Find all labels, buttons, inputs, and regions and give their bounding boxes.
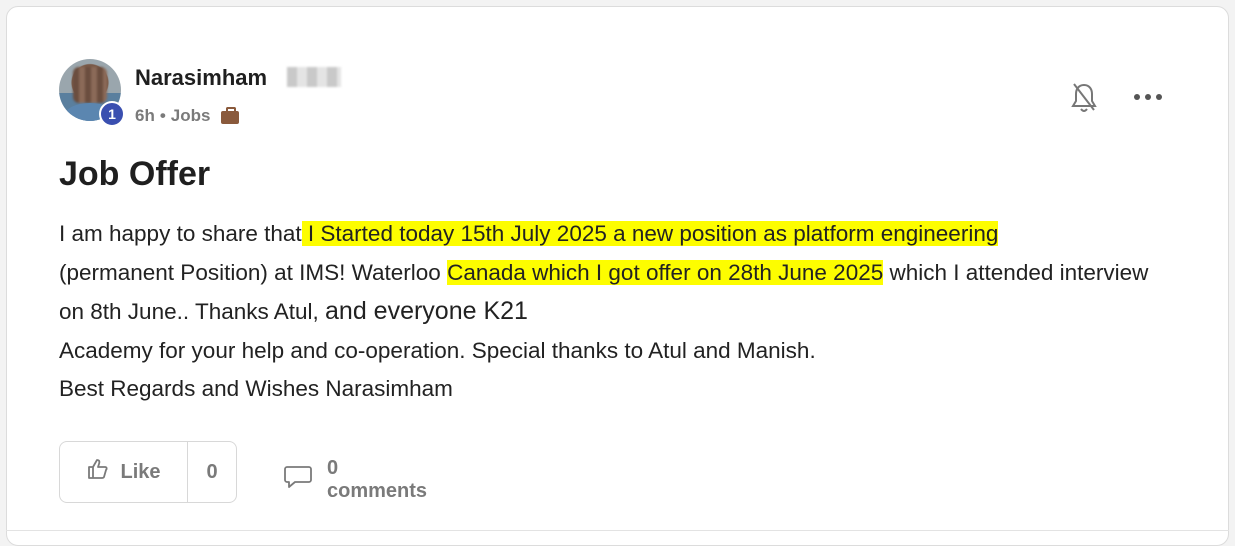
body-text-6: Best Regards and Wishes Narasimham (59, 376, 453, 401)
thumbs-up-icon (86, 457, 110, 487)
briefcase-icon (221, 106, 240, 124)
body-highlight-2: Canada which I got offer on 28th June 20… (447, 259, 884, 285)
like-label: Like (120, 460, 161, 483)
like-button[interactable]: Like (60, 442, 188, 502)
comment-bubble-icon (283, 464, 313, 496)
post-meta: 6h • Jobs (135, 106, 240, 126)
body-text-5: Academy for your help and co-operation. … (59, 337, 816, 363)
bell-off-icon[interactable] (1071, 81, 1097, 115)
level-badge: 1 (99, 101, 125, 127)
avatar-face-blurred (73, 67, 107, 103)
post-body: I am happy to share that I Started today… (59, 215, 1179, 409)
like-group: Like 0 (59, 441, 237, 503)
meta-separator: • (159, 106, 166, 125)
author-name[interactable]: Narasimham (135, 65, 267, 91)
avatar[interactable]: 1 (59, 59, 125, 127)
redacted-surname (287, 67, 341, 87)
more-horizontal-icon[interactable] (1131, 87, 1165, 107)
comments-button[interactable]: 0 comments (283, 457, 427, 503)
body-highlight-1: I Started today 15th July 2025 a new pos… (301, 221, 999, 246)
post-card: 1 Narasimham 6h • Jobs Job Offer I am ha… (6, 6, 1229, 546)
post-category[interactable]: Jobs (171, 106, 211, 126)
post-title: Job Offer (59, 155, 211, 193)
comments-label: 0 comments (327, 457, 428, 502)
divider (6, 530, 1229, 531)
body-text-4: and everyone K21 (325, 297, 528, 325)
body-text-2: (permanent Position) at IMS! Waterloo (59, 259, 448, 285)
post-time: 6h (135, 106, 155, 125)
body-text-1: I am happy to share that (59, 221, 302, 246)
like-count[interactable]: 0 (188, 442, 236, 502)
